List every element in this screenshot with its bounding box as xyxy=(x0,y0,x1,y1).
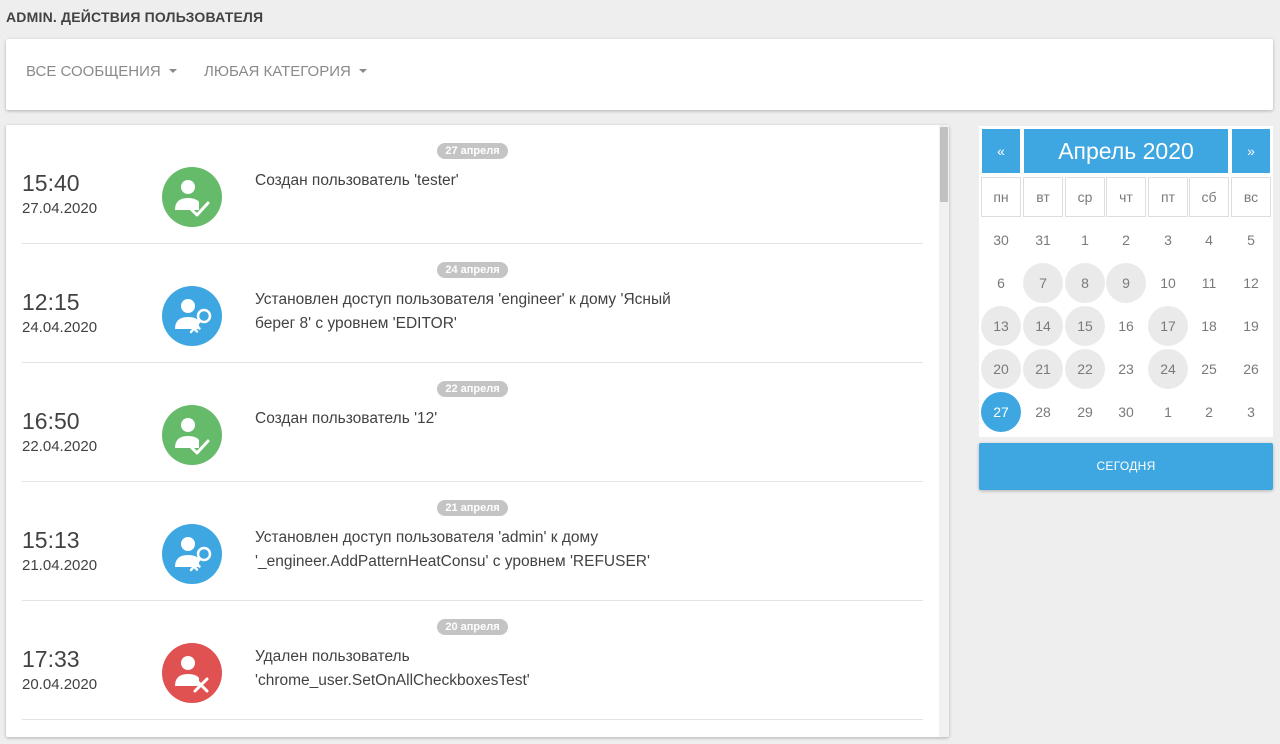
events-list: 27 апреля 15:40 27.04.2020 Создан пользоват… xyxy=(6,125,949,737)
scrollbar[interactable] xyxy=(939,125,949,737)
event-description-line: берег 8' с уровнем 'EDITOR' xyxy=(255,315,457,332)
calendar-day[interactable]: 3 xyxy=(1231,392,1271,432)
date-chip: 24 апреля xyxy=(437,262,508,278)
user-key-icon xyxy=(162,524,222,584)
event-description: Создан пользователь 'tester' xyxy=(255,169,725,193)
event-description: Установлен доступ пользователя 'admin' к… xyxy=(255,526,725,574)
calendar-day[interactable]: 4 xyxy=(1189,220,1229,260)
calendar-day[interactable]: 2 xyxy=(1106,220,1146,260)
date-chip: 27 апреля xyxy=(437,143,508,159)
weekday-header: вс xyxy=(1231,177,1271,217)
calendar-day[interactable]: 18 xyxy=(1189,306,1229,346)
event-date: 21.04.2020 xyxy=(22,557,98,574)
event-time: 17:33 xyxy=(22,646,80,672)
event-row: 22 апреля 16:50 22.04.2020 Создан пользоват… xyxy=(22,363,923,482)
category-filter-label: ЛЮБАЯ КАТЕГОРИЯ xyxy=(204,63,351,80)
calendar-day[interactable]: 12 xyxy=(1231,263,1271,303)
calendar-day[interactable]: 11 xyxy=(1189,263,1229,303)
user-check-icon xyxy=(162,405,222,465)
calendar-day[interactable]: 31 xyxy=(1023,220,1063,260)
calendar-day[interactable]: 1 xyxy=(1148,392,1188,432)
calendar-day[interactable]: 3 xyxy=(1148,220,1188,260)
date-chip: 21 апреля xyxy=(437,500,508,516)
messages-filter-label: ВСЕ СООБЩЕНИЯ xyxy=(26,63,161,80)
event-row: 27 апреля 15:40 27.04.2020 Создан пользоват… xyxy=(22,125,923,244)
weekday-header: пт xyxy=(1148,177,1188,217)
calendar-day[interactable]: 13 xyxy=(981,306,1021,346)
event-time: 15:13 xyxy=(22,527,80,553)
calendar-day[interactable]: 2 xyxy=(1189,392,1229,432)
event-description-line: Создан пользователь '12' xyxy=(255,410,438,427)
event-description-line: Установлен доступ пользователя 'engineer… xyxy=(255,291,671,308)
calendar-day[interactable]: 15 xyxy=(1065,306,1105,346)
calendar-month-title[interactable]: Апрель 2020 xyxy=(1024,129,1228,173)
caret-down-icon xyxy=(358,69,367,73)
event-row: 20 апреля 17:33 20.04.2020 Удален пользоват… xyxy=(22,601,923,720)
event-date: 22.04.2020 xyxy=(22,438,98,455)
weekday-header: чт xyxy=(1106,177,1146,217)
event-time: 12:15 xyxy=(22,289,80,315)
weekday-header: вт xyxy=(1023,177,1063,217)
user-remove-icon xyxy=(162,643,222,703)
weekday-header: пн xyxy=(981,177,1021,217)
calendar-day[interactable]: 29 xyxy=(1065,392,1105,432)
date-chip: 22 апреля xyxy=(437,381,508,397)
event-row: 24 апреля 12:15 24.04.2020 Установлен досту… xyxy=(22,244,923,363)
date-chip: 20 апреля xyxy=(437,619,508,635)
calendar-day[interactable]: 22 xyxy=(1065,349,1105,389)
calendar-day[interactable]: 16 xyxy=(1106,306,1146,346)
calendar-day[interactable]: 1 xyxy=(1065,220,1105,260)
user-check-icon xyxy=(162,167,222,227)
filter-bar: ВСЕ СООБЩЕНИЯ ЛЮБАЯ КАТЕГОРИЯ xyxy=(6,39,1273,110)
event-description: Установлен доступ пользователя 'engineer… xyxy=(255,288,725,336)
calendar-prev-button[interactable]: « xyxy=(982,129,1020,173)
calendar-day[interactable]: 20 xyxy=(981,349,1021,389)
event-description-line: '_engineer.AddPatternHeatConsu' с уровне… xyxy=(255,553,650,570)
page-title: ADMIN. ДЕЙСТВИЯ ПОЛЬЗОВАТЕЛЯ xyxy=(6,9,264,25)
event-description: Создан пользователь '12' xyxy=(255,407,725,431)
calendar-day[interactable]: 30 xyxy=(981,220,1021,260)
scrollbar-thumb[interactable] xyxy=(940,127,948,202)
calendar-day[interactable]: 27 xyxy=(981,392,1021,432)
calendar-day[interactable]: 30 xyxy=(1106,392,1146,432)
calendar-day[interactable]: 28 xyxy=(1023,392,1063,432)
event-description: Удален пользователь 'chrome_user.SetOnAll… xyxy=(255,645,725,693)
calendar-day[interactable]: 23 xyxy=(1106,349,1146,389)
calendar-day[interactable]: 24 xyxy=(1148,349,1188,389)
calendar-day[interactable]: 6 xyxy=(981,263,1021,303)
calendar-day[interactable]: 25 xyxy=(1189,349,1229,389)
today-button[interactable]: СЕГОДНЯ xyxy=(979,443,1273,490)
event-description-line: Установлен доступ пользователя 'admin' к… xyxy=(255,529,599,546)
calendar-day[interactable]: 8 xyxy=(1065,263,1105,303)
calendar: « Апрель 2020 » пн вт ср чт пт сб вс 30 31 1 2 3 4 5 6… xyxy=(979,126,1273,437)
event-description-line: Создан пользователь 'tester' xyxy=(255,172,459,189)
event-date: 24.04.2020 xyxy=(22,319,98,336)
calendar-day[interactable]: 7 xyxy=(1023,263,1063,303)
calendar-day[interactable]: 21 xyxy=(1023,349,1063,389)
calendar-day[interactable]: 17 xyxy=(1148,306,1188,346)
event-time: 15:40 xyxy=(22,170,80,196)
category-filter-dropdown[interactable]: ЛЮБАЯ КАТЕГОРИЯ xyxy=(204,63,367,80)
event-description-line: Удален пользователь xyxy=(255,648,410,665)
weekday-header: ср xyxy=(1065,177,1105,217)
event-description-line: 'chrome_user.SetOnAllCheckboxesTest' xyxy=(255,672,530,689)
user-key-icon xyxy=(162,286,222,346)
messages-filter-dropdown[interactable]: ВСЕ СООБЩЕНИЯ xyxy=(26,63,177,80)
event-date: 20.04.2020 xyxy=(22,676,98,693)
event-row: 21 апреля 15:13 21.04.2020 Установлен досту… xyxy=(22,482,923,601)
calendar-day[interactable]: 26 xyxy=(1231,349,1271,389)
calendar-day[interactable]: 9 xyxy=(1106,263,1146,303)
event-time: 16:50 xyxy=(22,408,80,434)
weekday-header: сб xyxy=(1189,177,1229,217)
calendar-next-button[interactable]: » xyxy=(1232,129,1270,173)
caret-down-icon xyxy=(168,69,177,73)
calendar-day[interactable]: 19 xyxy=(1231,306,1271,346)
calendar-day[interactable]: 10 xyxy=(1148,263,1188,303)
calendar-day[interactable]: 5 xyxy=(1231,220,1271,260)
event-date: 27.04.2020 xyxy=(22,200,98,217)
calendar-day[interactable]: 14 xyxy=(1023,306,1063,346)
